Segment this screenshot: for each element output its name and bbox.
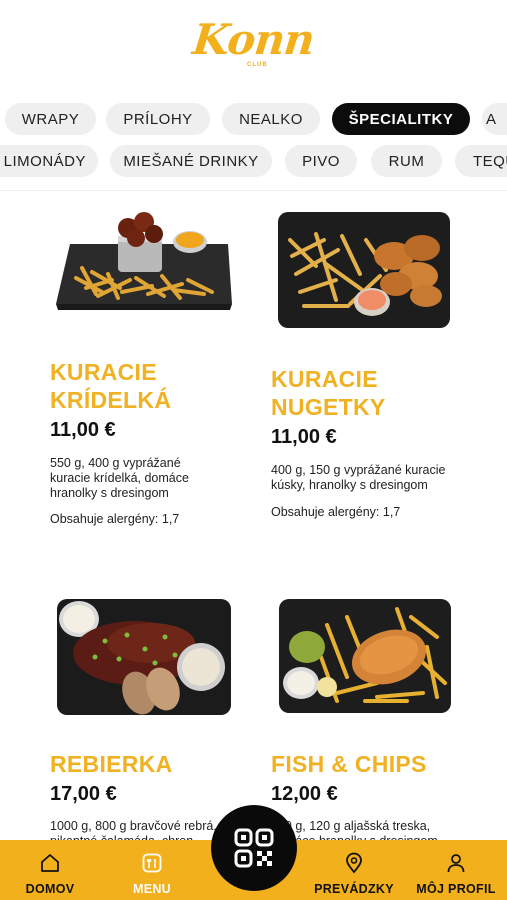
nav-label: MÔJ PROFIL <box>416 882 496 896</box>
location-pin-icon <box>343 852 365 874</box>
dish-price: 11,00 € <box>271 426 337 448</box>
dish-price: 17,00 € <box>50 783 117 805</box>
dish-description: 400 g, 150 g vyprážané kuracie kúsky, hr… <box>271 463 445 493</box>
qr-scan-button[interactable] <box>211 805 297 891</box>
dish-description: 550 g, 400 g vyprážané kuracie krídelká,… <box>50 456 189 501</box>
desc-line: hranolky s dresingom <box>50 486 169 500</box>
dish-price: 12,00 € <box>271 783 338 805</box>
dish-allergens: Obsahuje alergény: 1,7 <box>50 512 180 526</box>
dish-title-line: NUGETKY <box>271 394 386 420</box>
category-row-2: LIMONÁDY MIEŠANÉ DRINKY PIVO RUM TEQU <box>0 145 507 179</box>
category-chip-specialitky[interactable]: ŠPECIALITKY <box>332 103 470 135</box>
dish-image-fish-and-chips[interactable] <box>277 597 453 717</box>
divider <box>0 190 507 191</box>
dish-image-kuracie-nugetky[interactable] <box>276 210 452 330</box>
dish-image-kuracie-kridelka[interactable] <box>52 208 234 316</box>
category-chip-limonady[interactable]: LIMONÁDY <box>0 145 98 177</box>
brand-logo: Konn CLUB <box>0 14 507 74</box>
desc-line: kúsky, hranolky s dresingom <box>271 478 428 492</box>
dish-title-kuracie-kridelka[interactable]: KURACIE KRÍDELKÁ <box>50 358 171 414</box>
desc-line: 550 g, 400 g vyprážané <box>50 456 181 470</box>
desc-line: 1000 g, 800 g bravčové rebrá, <box>50 819 217 833</box>
dish-title-line: KURACIE <box>271 366 378 392</box>
nav-label: DOMOV <box>25 882 75 896</box>
logo-subtitle: CLUB <box>247 62 268 68</box>
menu-icon <box>141 852 163 874</box>
category-chip-nealko[interactable]: NEALKO <box>222 103 320 135</box>
dish-image-rebierka[interactable] <box>55 597 233 719</box>
category-chip-wrapy[interactable]: WRAPY <box>5 103 96 135</box>
nav-item-prevadzky[interactable]: PREVÁDZKY <box>310 840 398 900</box>
dish-allergens: Obsahuje alergény: 1,7 <box>271 505 401 519</box>
category-chip-rum[interactable]: RUM <box>371 145 442 177</box>
logo-text: Konn <box>190 15 317 64</box>
dish-title-fish-and-chips[interactable]: FISH & CHIPS <box>271 750 427 778</box>
dish-title-line: KRÍDELKÁ <box>50 387 172 413</box>
desc-line: kuracie krídelká, domáce <box>50 471 189 485</box>
category-chip-next[interactable]: A <box>482 103 507 135</box>
nav-label: PREVÁDZKY <box>314 882 394 896</box>
category-row-1: WRAPY PRÍLOHY NEALKO ŠPECIALITKY A <box>0 103 507 137</box>
dish-title-rebierka[interactable]: REBIERKA <box>50 750 173 778</box>
qr-code-icon <box>234 828 274 868</box>
dish-title-kuracie-nugetky[interactable]: KURACIE NUGETKY <box>271 365 386 421</box>
desc-line: 200 g, 120 g aljašská treska, <box>271 819 431 833</box>
category-chip-pivo[interactable]: PIVO <box>285 145 357 177</box>
category-chip-tequila[interactable]: TEQU <box>455 145 507 177</box>
dish-title-line: KURACIE <box>50 359 157 385</box>
nav-item-menu[interactable]: MENU <box>118 840 186 900</box>
dish-price: 11,00 € <box>50 419 116 441</box>
nav-item-domov[interactable]: DOMOV <box>14 840 86 900</box>
category-chip-miesane-drinky[interactable]: MIEŠANÉ DRINKY <box>110 145 272 177</box>
user-icon <box>445 852 467 874</box>
nav-label: MENU <box>132 882 171 896</box>
category-chip-prilohy[interactable]: PRÍLOHY <box>106 103 210 135</box>
desc-line: 400 g, 150 g vyprážané kuracie <box>271 463 446 477</box>
nav-item-moj-profil[interactable]: MÔJ PROFIL <box>412 840 500 900</box>
home-icon <box>39 852 61 874</box>
